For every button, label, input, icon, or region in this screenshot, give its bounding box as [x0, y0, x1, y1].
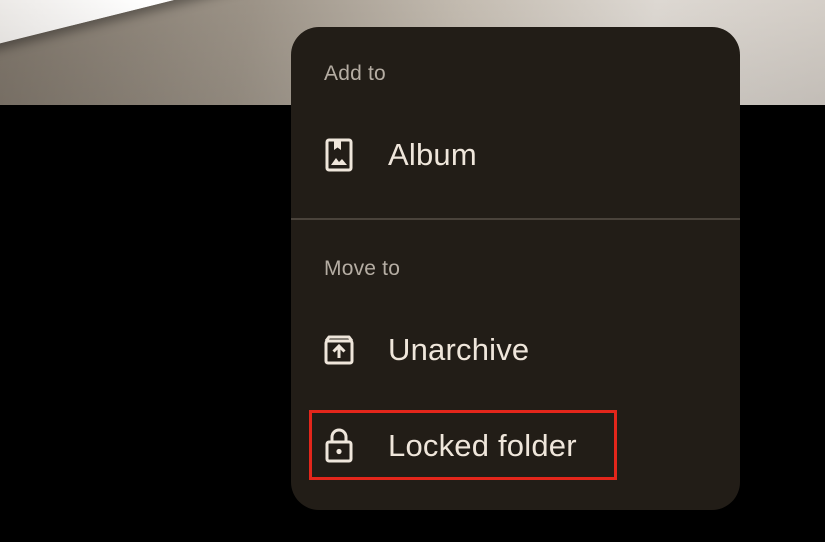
menu-item-album[interactable]: Album — [291, 115, 740, 195]
menu-item-unarchive[interactable]: Unarchive — [291, 310, 740, 390]
album-icon — [322, 138, 356, 172]
highlight-box — [309, 410, 617, 480]
menu-item-label: Unarchive — [388, 332, 530, 367]
menu-divider — [291, 218, 740, 220]
move-to-header: Move to — [324, 257, 401, 280]
unarchive-icon — [322, 333, 356, 367]
add-to-header: Add to — [324, 62, 386, 85]
menu-item-label: Album — [388, 137, 477, 172]
